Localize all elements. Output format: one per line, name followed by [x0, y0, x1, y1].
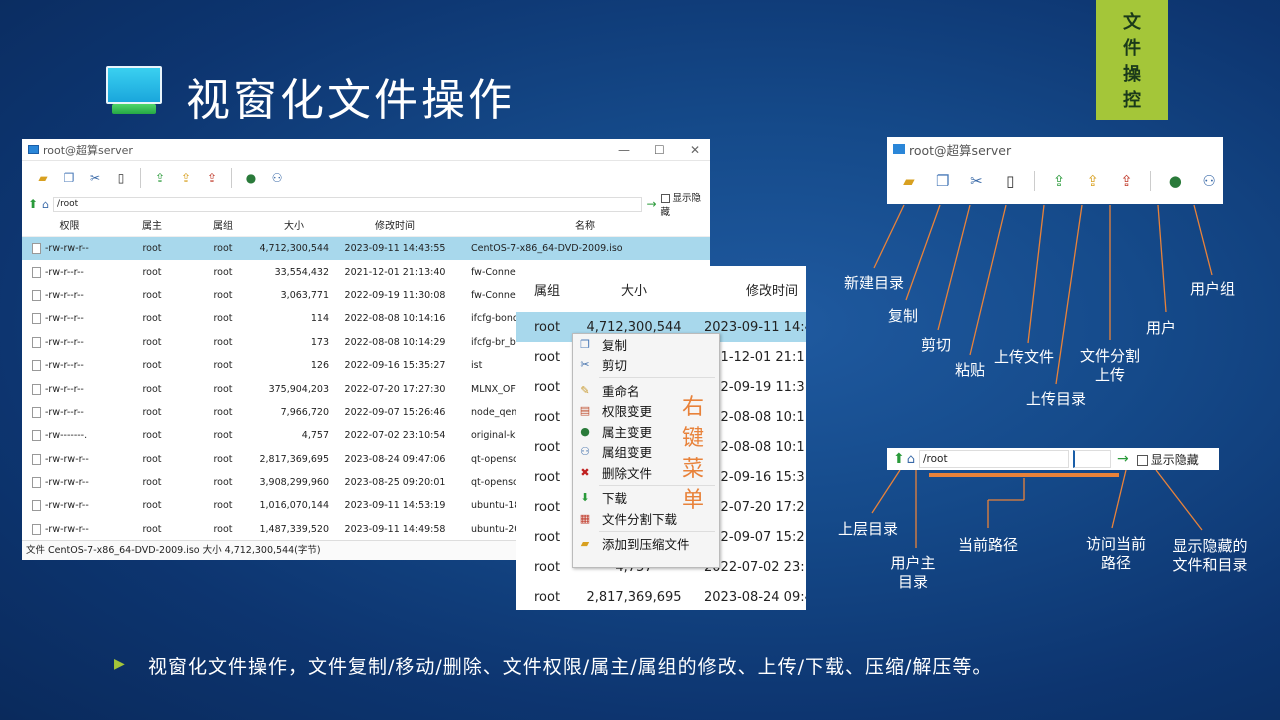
legend-show-hidden: 显示隐藏 — [1150, 452, 1199, 467]
go-arrow-icon: → — [1117, 451, 1129, 467]
label-cut: 剪切 — [921, 336, 952, 354]
label-new-folder: 新建目录 — [844, 274, 905, 292]
label-visit-path: 访问当前路径 — [1085, 535, 1146, 572]
label-parent-dir: 上层目录 — [838, 520, 899, 538]
legend-path-input: /root — [919, 450, 1069, 468]
label-show-hidden: 显示隐藏的文件和目录 — [1172, 537, 1248, 574]
label-current-path: 当前路径 — [958, 536, 1019, 554]
home-dir-icon: ⌂ — [906, 451, 915, 467]
label-split-upload: 文件分割上传 — [1079, 347, 1140, 384]
label-home-dir: 用户主目录 — [890, 554, 936, 591]
label-upload-file: 上传文件 — [994, 348, 1055, 366]
label-paste: 粘贴 — [955, 361, 986, 379]
label-user-group: 用户组 — [1190, 280, 1236, 298]
parent-dir-icon: ⬆ — [893, 451, 905, 467]
label-upload-folder: 上传目录 — [1026, 390, 1087, 408]
label-copy: 复制 — [888, 307, 919, 325]
label-user: 用户 — [1146, 319, 1177, 337]
bullet-icon: ▶ — [114, 656, 125, 672]
footer-text: 视窗化文件操作，文件复制/移动/删除、文件权限/属主/属组的修改、上传/下载、压… — [148, 656, 993, 678]
path-legend-image: ⬆ ⌂ /root → 显示隐藏 — [887, 448, 1219, 470]
